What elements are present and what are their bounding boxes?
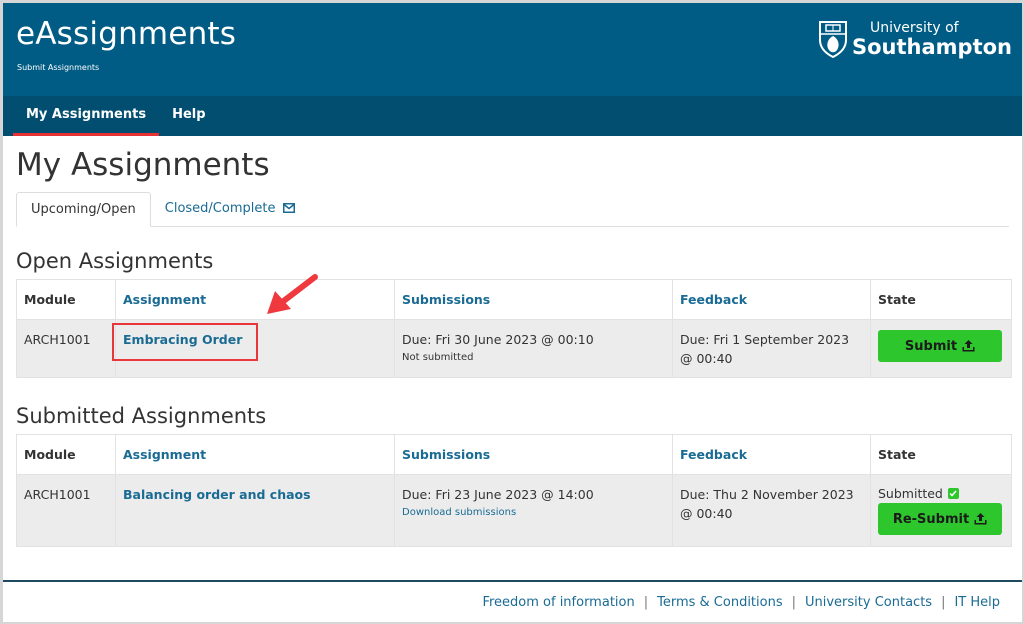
upload-icon [974,513,987,525]
open-assignments-heading: Open Assignments [16,249,214,273]
feedback-due: Due: Thu 2 November 2023 @ 00:40 [680,487,854,521]
submit-button[interactable]: Submit [878,330,1002,362]
submissions-cell: Due: Fri 30 June 2023 @ 00:10 Not submit… [394,319,673,378]
download-submissions-link[interactable]: Download submissions [402,507,665,518]
assignment-cell: Balancing order and chaos [115,474,395,547]
submitted-assignments-heading: Submitted Assignments [16,404,267,428]
submissions-cell: Due: Fri 23 June 2023 @ 14:00 Download s… [394,474,673,547]
table-row: ARCH1001 Balancing order and chaos Due: … [16,474,1012,547]
column-header-feedback[interactable]: Feedback [672,434,871,475]
state-cell: Submit [870,319,1012,378]
column-header-module: Module [16,434,116,475]
app-title: eAssignments [16,16,237,52]
tab-label: Upcoming/Open [31,202,136,217]
state-cell: Submitted Re-Submit [870,474,1012,547]
open-assignments-table: Module Assignment Submissions Feedback S… [16,279,1012,378]
footer-link-university-contacts[interactable]: University Contacts [805,595,932,610]
footer-link-it-help[interactable]: IT Help [954,595,1000,610]
footer-link-freedom-of-information[interactable]: Freedom of information [482,595,634,610]
main-content: My Assignments Upcoming/Open Closed/Comp… [3,147,1022,547]
main-nav: My Assignments Help [3,96,1022,136]
logo-line1: University of [870,19,959,36]
resubmit-label: Re-Submit [892,511,970,527]
resubmit-button[interactable]: Re-Submit [878,503,1002,535]
tab-label: Closed/Complete [164,201,276,216]
column-header-assignment[interactable]: Assignment [115,434,395,475]
assignment-link[interactable]: Balancing order and chaos [123,487,311,502]
submission-due: Due: Fri 23 June 2023 @ 14:00 [402,487,594,502]
column-header-submissions[interactable]: Submissions [394,279,673,320]
upload-icon [962,340,975,352]
feedback-cell: Due: Thu 2 November 2023 @ 00:40 [672,474,871,547]
browser-page: eAssignments Submit Assignments Universi… [3,3,1022,622]
module-cell: ARCH1001 [16,474,116,547]
footer-separator: | [791,595,796,610]
assignment-link[interactable]: Embracing Order [123,332,242,347]
footer-separator: | [643,595,649,610]
tab-upcoming-open[interactable]: Upcoming/Open [16,192,151,227]
footer-separator: | [941,595,946,610]
page-title: My Assignments [16,147,270,183]
logo-line2: Southampton [852,34,1012,59]
university-logo[interactable]: University of Southampton [818,20,1012,58]
tab-closed-complete[interactable]: Closed/Complete [151,192,309,226]
crest-icon [819,21,847,58]
tab-bar: Upcoming/Open Closed/Complete [16,192,1009,227]
module-cell: ARCH1001 [16,319,116,378]
feedback-cell: Due: Fri 1 September 2023 @ 00:40 [672,319,871,378]
check-icon [947,488,959,499]
app-subtitle: Submit Assignments [17,63,100,72]
column-header-assignment[interactable]: Assignment [115,279,395,320]
assignment-cell: Embracing Order [115,319,395,378]
column-header-feedback[interactable]: Feedback [672,279,871,320]
column-header-state: State [870,279,1012,320]
table-row: ARCH1001 Embracing Order Due: Fri 30 Jun… [16,319,1012,378]
footer-divider [3,580,1022,582]
feedback-due: Due: Fri 1 September 2023 @ 00:40 [680,332,850,366]
submit-label: Submit [904,338,958,354]
submitted-assignments-table: Module Assignment Submissions Feedback S… [16,434,1012,547]
submission-status: Not submitted [402,352,474,363]
state-text: Submitted [878,486,943,501]
column-header-module: Module [16,279,116,320]
column-header-state: State [870,434,1012,475]
nav-help[interactable]: Help [159,96,218,136]
annotation-arrow-icon [267,274,318,314]
site-header: eAssignments Submit Assignments Universi… [3,3,1022,96]
nav-my-assignments[interactable]: My Assignments [13,96,160,136]
column-header-submissions[interactable]: Submissions [394,434,673,475]
submission-due: Due: Fri 30 June 2023 @ 00:10 [402,332,594,347]
envelope-icon [282,203,295,213]
footer-links: Freedom of information | Terms & Conditi… [482,595,1000,610]
footer-link-terms-conditions[interactable]: Terms & Conditions [657,595,783,610]
